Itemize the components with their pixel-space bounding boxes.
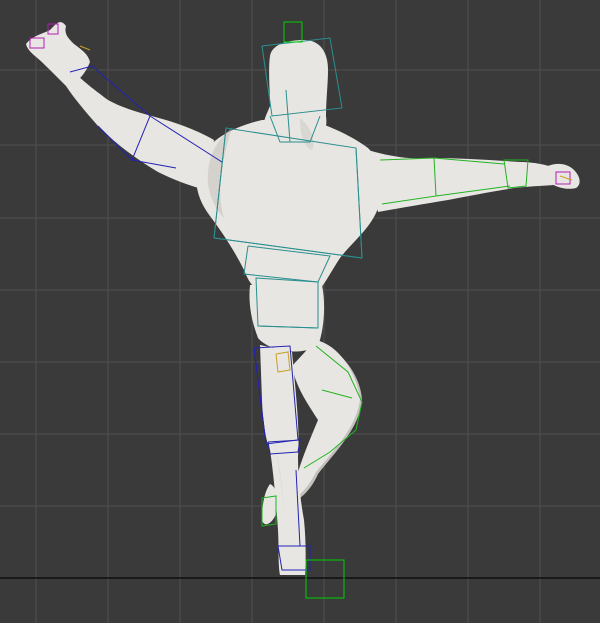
character-mesh[interactable]: [26, 22, 580, 575]
foot-control[interactable]: [305, 559, 345, 599]
3d-viewport[interactable]: [0, 0, 600, 623]
head-control[interactable]: [283, 21, 303, 43]
